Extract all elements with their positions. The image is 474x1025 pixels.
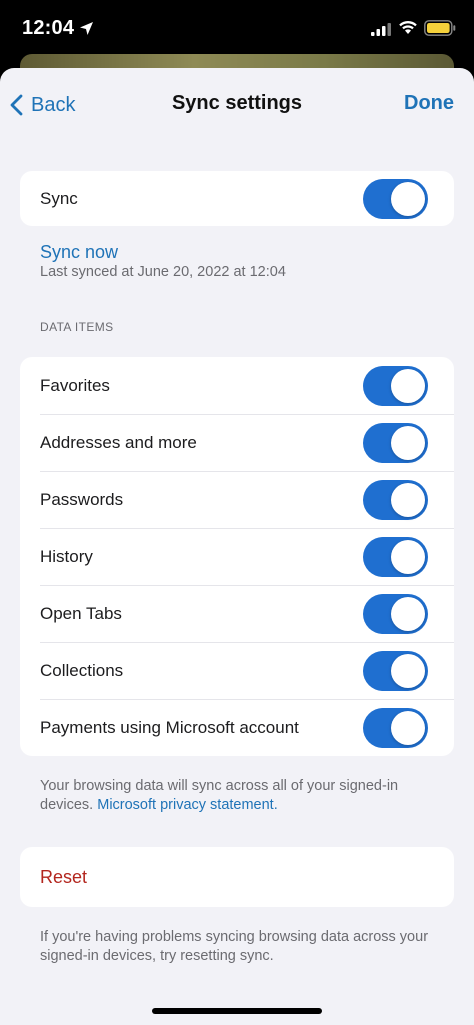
sync-row: Sync <box>20 171 454 226</box>
last-synced-text: Last synced at June 20, 2022 at 12:04 <box>40 264 286 280</box>
privacy-note: Your browsing data will sync across all … <box>40 777 440 815</box>
data-item-label: Open Tabs <box>40 603 122 623</box>
favorites-toggle[interactable] <box>363 365 428 406</box>
back-label: Back <box>31 93 76 116</box>
navigation-bar: Back Sync settings Done <box>0 68 474 140</box>
home-indicator <box>152 1008 322 1014</box>
collections-toggle[interactable] <box>363 650 428 691</box>
data-item-addresses: Addresses and more <box>20 414 454 471</box>
toggle-knob <box>391 425 425 460</box>
toggle-knob <box>391 653 425 688</box>
data-item-label: Collections <box>40 660 124 680</box>
toggle-knob <box>391 539 425 574</box>
sync-now-button[interactable]: Sync now <box>40 242 118 263</box>
back-button[interactable]: Back <box>10 90 75 120</box>
location-arrow-icon <box>80 22 93 35</box>
chevron-left-icon <box>10 94 23 116</box>
status-bar: 12:04 <box>0 0 474 58</box>
toggle-knob <box>391 368 425 403</box>
battery-icon <box>424 20 456 36</box>
addresses-toggle[interactable] <box>363 422 428 463</box>
privacy-statement-link[interactable]: Microsoft privacy statement. <box>97 797 278 813</box>
history-toggle[interactable] <box>363 536 428 577</box>
data-item-collections: Collections <box>20 642 454 699</box>
payments-toggle[interactable] <box>363 707 428 748</box>
toggle-knob <box>391 482 425 517</box>
status-time: 12:04 <box>22 17 75 39</box>
data-item-passwords: Passwords <box>20 471 454 528</box>
done-button[interactable]: Done <box>404 92 454 115</box>
toggle-knob <box>391 596 425 631</box>
open-tabs-toggle[interactable] <box>363 593 428 634</box>
sync-toggle[interactable] <box>363 178 428 219</box>
sync-label: Sync <box>40 188 78 208</box>
data-item-payments: Payments using Microsoft account <box>20 699 454 756</box>
passwords-toggle[interactable] <box>363 479 428 520</box>
reset-card: Reset <box>20 847 454 907</box>
data-item-history: History <box>20 528 454 585</box>
data-item-label: Passwords <box>40 489 124 509</box>
signal-icon <box>371 23 391 36</box>
data-item-label: Favorites <box>40 375 110 395</box>
data-item-label: Payments using Microsoft account <box>40 717 299 737</box>
data-items-header: DATA ITEMS <box>40 320 114 334</box>
data-items-card: Favorites Addresses and more Passwords H… <box>20 357 454 756</box>
reset-note: If you're having problems syncing browsi… <box>40 929 429 964</box>
sync-settings-sheet: Back Sync settings Done Sync Sync now La… <box>0 68 474 1025</box>
data-item-label: Addresses and more <box>40 432 197 452</box>
sync-card: Sync <box>20 171 454 226</box>
data-item-label: History <box>40 546 93 566</box>
reset-button[interactable]: Reset <box>20 847 454 907</box>
data-item-favorites: Favorites <box>20 357 454 414</box>
toggle-knob <box>391 710 425 745</box>
toggle-knob <box>391 181 425 216</box>
data-item-open-tabs: Open Tabs <box>20 585 454 642</box>
wifi-icon <box>399 20 417 34</box>
